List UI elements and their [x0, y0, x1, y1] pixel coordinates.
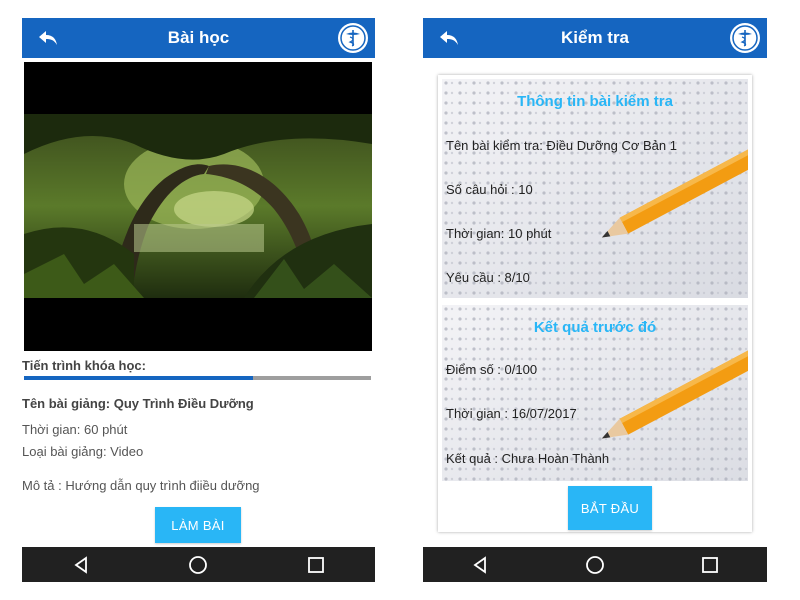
- system-nav-bar: [423, 547, 767, 582]
- nav-recent-icon[interactable]: [296, 547, 336, 582]
- previous-result-title: Kết quả trước đó: [533, 319, 657, 336]
- start-exercise-button[interactable]: LÀM BÀI: [155, 507, 241, 543]
- page-title: Kiểm tra: [560, 28, 630, 47]
- previous-result-panel: Kết quả trước đó Điểm số : 0/100 Thời gi…: [442, 305, 748, 481]
- nav-recent-icon[interactable]: [690, 547, 730, 582]
- test-card: Thông tin bài kiểm tra Tên bài kiểm tra:…: [438, 75, 752, 532]
- test-name: Tên bài kiểm tra: Điều Dưỡng Cơ Bản 1: [446, 138, 677, 153]
- lesson-type: Loại bài giảng: Video: [22, 444, 144, 459]
- system-nav-bar: [22, 547, 375, 582]
- progress-fill: [24, 376, 254, 380]
- page-title: Bài học: [167, 28, 230, 47]
- nav-back-icon[interactable]: [460, 547, 500, 582]
- app-bar: Kiểm tra: [423, 18, 767, 58]
- result-status: Kết quả : Chưa Hoàn Thành: [446, 451, 610, 466]
- app-bar: Bài học: [22, 18, 375, 58]
- test-info-title: Thông tin bài kiểm tra: [517, 93, 673, 110]
- video-player[interactable]: [24, 62, 372, 351]
- result-score: Điểm số : 0/100: [446, 362, 538, 377]
- nav-home-icon[interactable]: [178, 547, 218, 582]
- result-date: Thời gian : 16/07/2017: [446, 406, 577, 421]
- nav-home-icon[interactable]: [575, 547, 615, 582]
- test-screen: Kiểm tra Thông tin bài kiểm tra Tên bài …: [423, 18, 767, 582]
- test-time: Thời gian: 10 phút: [446, 226, 552, 241]
- caduceus-logo-icon: [730, 23, 760, 53]
- lesson-screen: Bài học Tiến trình khóa học: Tên bài giả…: [22, 18, 375, 582]
- test-requirement: Yêu cầu : 8/10: [446, 270, 530, 285]
- nav-back-icon[interactable]: [61, 547, 101, 582]
- progress-bar: [24, 376, 371, 380]
- lesson-description: Mô tả : Hướng dẫn quy trình điiều dưỡng: [22, 478, 260, 493]
- question-count: Số câu hỏi : 10: [446, 182, 533, 197]
- test-info-panel: Thông tin bài kiểm tra Tên bài kiểm tra:…: [442, 79, 748, 298]
- progress-label: Tiến trình khóa học:: [22, 358, 146, 373]
- back-arrow-icon[interactable]: [36, 26, 60, 50]
- back-arrow-icon[interactable]: [437, 26, 461, 50]
- caduceus-logo-icon: [338, 23, 368, 53]
- video-thumbnail: [24, 114, 372, 298]
- lesson-duration: Thời gian: 60 phút: [22, 422, 128, 437]
- lesson-name: Tên bài giảng: Quy Trình Điều Dưỡng: [22, 396, 254, 411]
- start-test-button[interactable]: BẮT ĐẦU: [568, 486, 652, 530]
